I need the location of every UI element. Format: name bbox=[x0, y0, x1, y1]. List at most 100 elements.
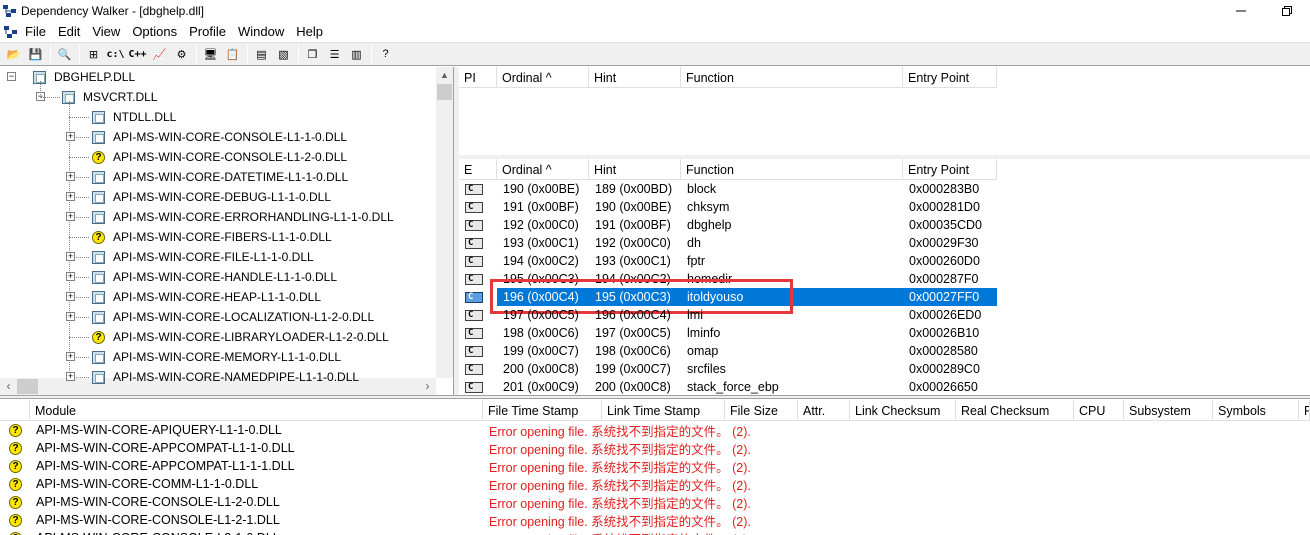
export-row[interactable]: C 197 (0x00C5) 196 (0x00C4) lmi 0x00026ED0 bbox=[459, 306, 997, 324]
tree-item[interactable]: API-MS-WIN-CORE-DEBUG-L1-1-0.DLL bbox=[92, 187, 331, 207]
tree-item[interactable]: DBGHELP.DLL bbox=[33, 67, 135, 87]
module-row[interactable]: ? API-MS-WIN-CORE-APPCOMPAT-L1-1-0.DLL Err… bbox=[0, 439, 751, 457]
find-icon[interactable]: 🔍 bbox=[54, 44, 75, 64]
tree-item[interactable]: MSVCRT.DLL bbox=[62, 87, 157, 107]
expand-icon[interactable]: + bbox=[66, 352, 75, 361]
tree-expand-icon[interactable]: ⊞ bbox=[83, 44, 104, 64]
tree-item[interactable]: API-MS-WIN-CORE-HEAP-L1-1-0.DLL bbox=[92, 287, 321, 307]
expand-icon[interactable]: + bbox=[66, 372, 75, 381]
tree-vertical-scrollbar[interactable]: ▲ bbox=[436, 67, 453, 378]
imports-col-entry-point[interactable]: Entry Point bbox=[903, 67, 997, 88]
modules-col-icon[interactable] bbox=[0, 400, 30, 421]
tree-item[interactable]: API-MS-WIN-CORE-ERRORHANDLING-L1-1-0.DLL bbox=[92, 207, 394, 227]
view-parent-icon[interactable]: ▧ bbox=[273, 44, 294, 64]
modules-col-subsystem[interactable]: Subsystem bbox=[1124, 400, 1213, 421]
modules-col-file-time-stamp[interactable]: File Time Stamp bbox=[483, 400, 602, 421]
export-row[interactable]: C 198 (0x00C6) 197 (0x00C5) lminfo 0x00026B1… bbox=[459, 324, 997, 342]
expand-icon[interactable]: + bbox=[66, 252, 75, 261]
bottom-splitter[interactable] bbox=[0, 395, 1310, 399]
expand-icon[interactable]: + bbox=[66, 172, 75, 181]
expand-icon[interactable]: + bbox=[66, 292, 75, 301]
menu-file[interactable]: File bbox=[19, 24, 52, 39]
menu-view[interactable]: View bbox=[86, 24, 126, 39]
scroll-thumb[interactable] bbox=[437, 84, 452, 100]
modules-col-module[interactable]: Module bbox=[30, 400, 483, 421]
exports-col-ordinal[interactable]: Ordinal ^ bbox=[497, 159, 589, 180]
modules-col-real-checksum[interactable]: Real Checksum bbox=[956, 400, 1074, 421]
system-info-icon[interactable]: 🖥 bbox=[200, 44, 221, 64]
menu-options[interactable]: Options bbox=[126, 24, 183, 39]
module-row[interactable]: ? API-MS-WIN-CORE-CONSOLE-L3-1-0.DLLError… bbox=[0, 529, 751, 535]
tree-item[interactable]: API-MS-WIN-CORE-DATETIME-L1-1-0.DLL bbox=[92, 167, 348, 187]
open-icon[interactable]: 📂 bbox=[3, 44, 24, 64]
export-row[interactable]: C 191 (0x00BF) 190 (0x00BE) chksym 0x000281D… bbox=[459, 198, 997, 216]
minimize-button[interactable] bbox=[1218, 0, 1264, 21]
tree-item[interactable]: API-MS-WIN-CORE-LOCALIZATION-L1-2-0.DLL bbox=[92, 307, 374, 327]
modules-col-link-time-stamp[interactable]: Link Time Stamp bbox=[602, 400, 725, 421]
expand-icon[interactable]: + bbox=[66, 212, 75, 221]
tree-item[interactable]: ? API-MS-WIN-CORE-CONSOLE-L1-2-0.DLL bbox=[92, 147, 347, 167]
exports-col-entry-point[interactable]: Entry Point bbox=[903, 159, 997, 180]
exports-list[interactable]: E Ordinal ^ Hint Function Entry Point C 190 (0… bbox=[459, 159, 1310, 395]
scroll-right-icon[interactable]: › bbox=[419, 378, 436, 395]
imports-list[interactable]: PI Ordinal ^ Hint Function Entry Point bbox=[459, 67, 1310, 155]
modules-col-symbols[interactable]: Symbols bbox=[1213, 400, 1299, 421]
tree-item[interactable]: API-MS-WIN-CORE-HANDLE-L1-1-0.DLL bbox=[92, 267, 337, 287]
export-row[interactable]: C 190 (0x00BE) 189 (0x00BD) block 0x000283B0 bbox=[459, 180, 997, 198]
export-row[interactable]: C 200 (0x00C8) 199 (0x00C7) srcfiles 0x00028… bbox=[459, 360, 997, 378]
expand-icon[interactable]: + bbox=[66, 132, 75, 141]
tree-item[interactable]: API-MS-WIN-CORE-MEMORY-L1-1-0.DLL bbox=[92, 347, 341, 367]
expand-icon[interactable]: + bbox=[66, 312, 75, 321]
properties-icon[interactable]: 📋 bbox=[222, 44, 243, 64]
collapse-icon[interactable]: − bbox=[7, 72, 16, 81]
module-row[interactable]: ? API-MS-WIN-CORE-COMM-L1-1-0.DLL Error op… bbox=[0, 475, 751, 493]
module-row[interactable]: ? API-MS-WIN-CORE-APPCOMPAT-L1-1-1.DLL Err… bbox=[0, 457, 751, 475]
imports-col-hint[interactable]: Hint bbox=[589, 67, 681, 88]
document-icon[interactable] bbox=[3, 25, 19, 39]
full-paths-icon[interactable]: c:\ bbox=[105, 44, 126, 64]
modules-col-cpu[interactable]: CPU bbox=[1074, 400, 1124, 421]
undecorate-icon[interactable]: C++ bbox=[127, 44, 148, 64]
tree-item[interactable]: ? API-MS-WIN-CORE-LIBRARYLOADER-L1-2-0.DL… bbox=[92, 327, 389, 347]
export-row[interactable]: C 201 (0x00C9) 200 (0x00C8) stack_force_ebp… bbox=[459, 378, 997, 395]
tree-item[interactable]: API-MS-WIN-CORE-NAMEDPIPE-L1-1-0.DLL bbox=[92, 367, 359, 387]
config-icon[interactable]: ⚙ bbox=[171, 44, 192, 64]
export-row[interactable]: C 193 (0x00C1) 192 (0x00C0) dh 0x00029F30 bbox=[459, 234, 997, 252]
imports-col-pi[interactable]: PI bbox=[459, 67, 497, 88]
module-tree[interactable]: ▲ ‹ › DBGHELP.DLL − MSVCRT.DLL − NTDLL.DLL AP… bbox=[0, 67, 454, 395]
modules-col-p[interactable]: P bbox=[1299, 400, 1310, 421]
exports-col-function[interactable]: Function bbox=[681, 159, 903, 180]
export-row[interactable]: C 194 (0x00C2) 193 (0x00C1) fptr 0x000260D0 bbox=[459, 252, 997, 270]
view-list-icon[interactable]: ▤ bbox=[251, 44, 272, 64]
save-icon[interactable]: 💾 bbox=[25, 44, 46, 64]
tree-item[interactable]: API-MS-WIN-CORE-CONSOLE-L1-1-0.DLL bbox=[92, 127, 347, 147]
module-row[interactable]: ? API-MS-WIN-CORE-APIQUERY-L1-1-0.DLL Erro… bbox=[0, 421, 751, 439]
tree-item[interactable]: ? API-MS-WIN-CORE-FIBERS-L1-1-0.DLL bbox=[92, 227, 332, 247]
expand-icon[interactable]: + bbox=[66, 272, 75, 281]
module-row[interactable]: ? API-MS-WIN-CORE-CONSOLE-L1-2-1.DLL Error… bbox=[0, 511, 751, 529]
imports-col-ordinal[interactable]: Ordinal ^ bbox=[497, 67, 589, 88]
modules-col-link-checksum[interactable]: Link Checksum bbox=[850, 400, 956, 421]
export-row[interactable]: C 192 (0x00C0) 191 (0x00BF) dbghelp 0x00035C… bbox=[459, 216, 997, 234]
scroll-left-icon[interactable]: ‹ bbox=[0, 378, 17, 395]
scroll-up-icon[interactable]: ▲ bbox=[436, 67, 453, 84]
restore-button[interactable] bbox=[1264, 0, 1310, 21]
menu-edit[interactable]: Edit bbox=[52, 24, 86, 39]
tile-vertical-icon[interactable]: ▥ bbox=[346, 44, 367, 64]
menu-help[interactable]: Help bbox=[290, 24, 329, 39]
tile-horizontal-icon[interactable]: ☰ bbox=[324, 44, 345, 64]
tree-item[interactable]: NTDLL.DLL bbox=[92, 107, 176, 127]
help-icon[interactable]: ? bbox=[375, 44, 396, 64]
module-row[interactable]: ? API-MS-WIN-CORE-CONSOLE-L1-2-0.DLL Error… bbox=[0, 493, 751, 511]
scroll-thumb[interactable] bbox=[17, 379, 38, 394]
modules-list[interactable]: Module File Time Stamp Link Time Stamp File… bbox=[0, 400, 1310, 535]
chart-icon[interactable]: 📈 bbox=[149, 44, 170, 64]
menu-profile[interactable]: Profile bbox=[183, 24, 232, 39]
tree-item[interactable]: API-MS-WIN-CORE-FILE-L1-1-0.DLL bbox=[92, 247, 314, 267]
menu-window[interactable]: Window bbox=[232, 24, 290, 39]
modules-col-file-size[interactable]: File Size bbox=[725, 400, 798, 421]
exports-col-e[interactable]: E bbox=[459, 159, 497, 180]
modules-col-attr[interactable]: Attr. bbox=[798, 400, 850, 421]
expand-icon[interactable]: + bbox=[66, 192, 75, 201]
imports-col-function[interactable]: Function bbox=[681, 67, 903, 88]
